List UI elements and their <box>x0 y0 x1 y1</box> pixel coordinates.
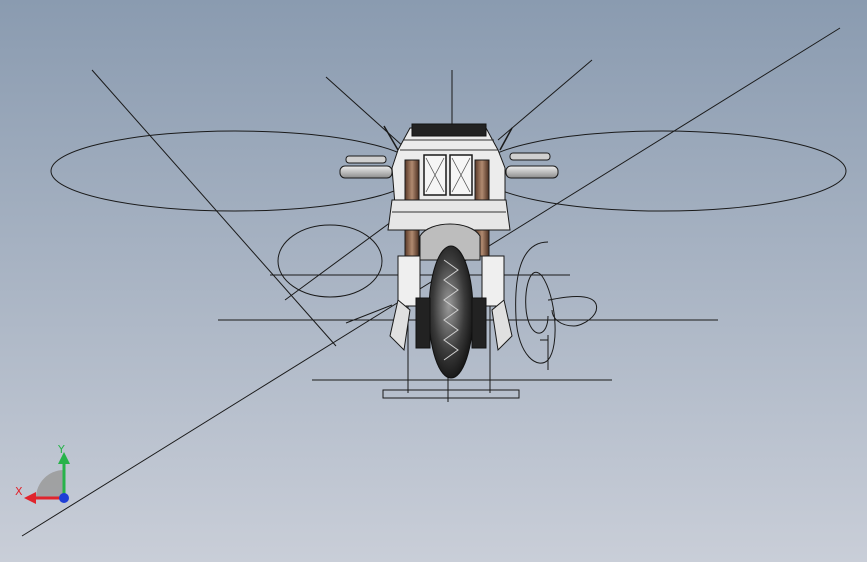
handlebar-right <box>505 165 559 179</box>
z-axis-dot <box>59 493 69 503</box>
windscreen-top <box>411 123 487 137</box>
front-tire <box>428 245 474 379</box>
x-axis-label: X <box>15 485 23 498</box>
y-axis-label: Y <box>58 443 65 456</box>
graphics-viewport[interactable]: X Y <box>0 0 867 562</box>
model-canvas[interactable] <box>0 0 867 562</box>
handlebar-left <box>339 165 393 179</box>
